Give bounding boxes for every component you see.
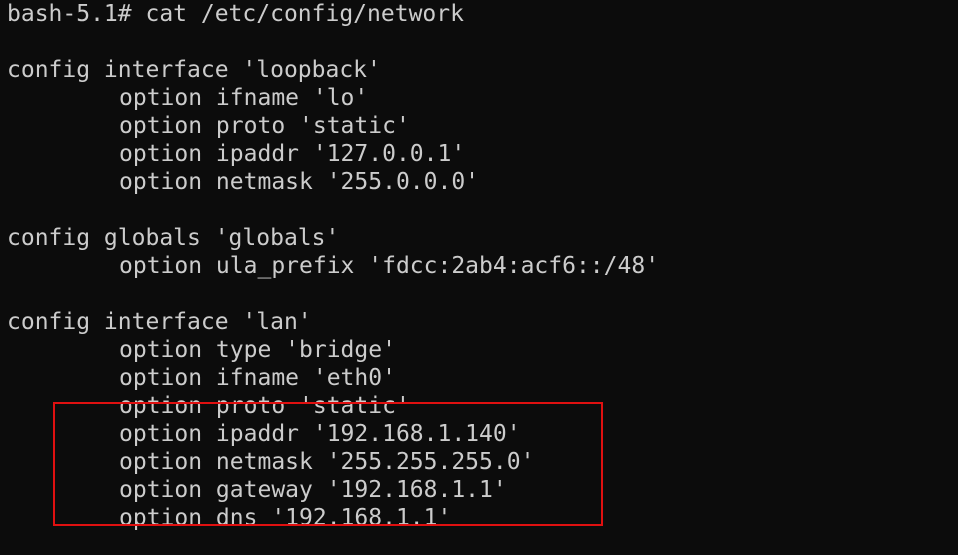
option-line: option type 'bridge'	[119, 337, 396, 363]
option-line: option ipaddr '127.0.0.1'	[119, 141, 466, 167]
option-line: option netmask '255.0.0.0'	[119, 169, 480, 195]
config-header-lan: config interface 'lan'	[7, 309, 312, 335]
prompt-line: bash-5.1# cat /etc/config/network	[7, 1, 464, 27]
option-line: option ifname 'eth0'	[119, 365, 396, 391]
config-header-loopback: config interface 'loopback'	[7, 57, 381, 83]
terminal-window[interactable]: bash-5.1# cat /etc/config/network config…	[0, 0, 958, 555]
option-line: option ula_prefix 'fdcc:2ab4:acf6::/48'	[119, 253, 660, 279]
option-line: option ifname 'lo'	[119, 85, 369, 111]
option-line: option ipaddr '192.168.1.140'	[119, 421, 521, 447]
option-line: option dns '192.168.1.1'	[119, 505, 452, 531]
option-line: option gateway '192.168.1.1'	[119, 477, 507, 503]
option-line: option netmask '255.255.255.0'	[119, 449, 535, 475]
config-header-globals: config globals 'globals'	[7, 225, 340, 251]
option-line: option proto 'static'	[119, 393, 410, 419]
option-line: option proto 'static'	[119, 113, 410, 139]
